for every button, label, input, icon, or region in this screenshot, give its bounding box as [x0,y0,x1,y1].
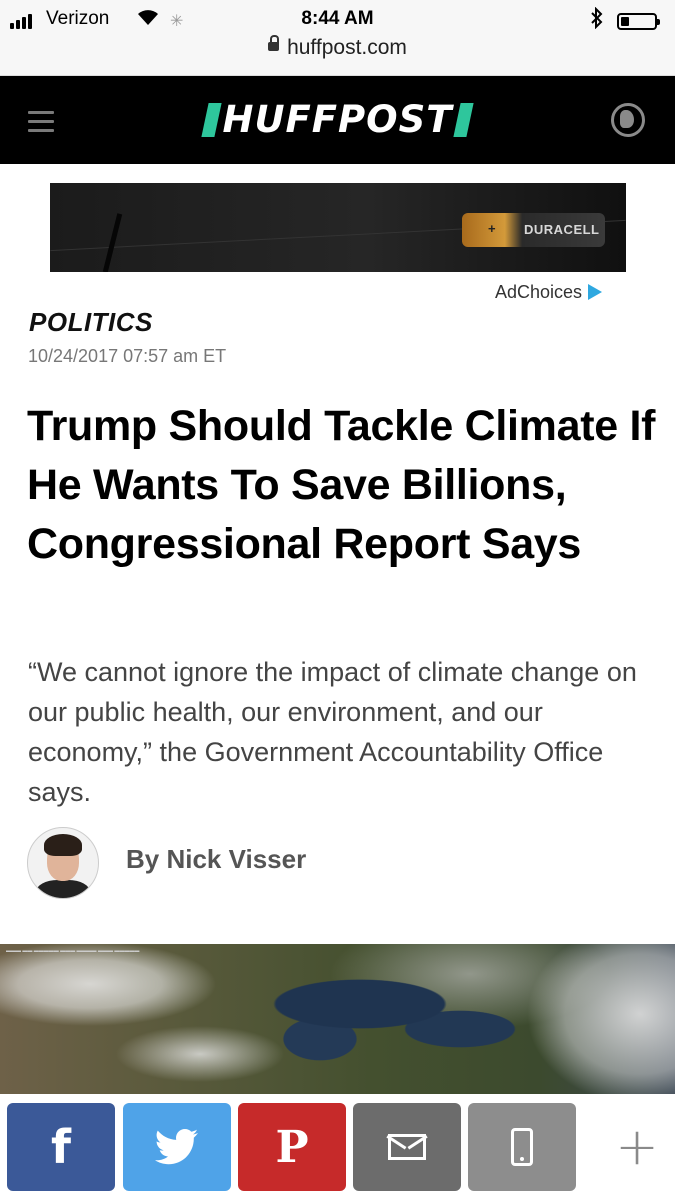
section-label[interactable]: POLITICS [29,307,153,338]
article-lead-image: ▬▬▬ ▬▬ ▬▬▬▬▬ ▬▬▬ ▬▬▬▬ ▬▬▬ ▬▬▬▬▬ [0,944,675,1094]
publish-date: 10/24/2017 07:57 am ET [28,346,227,366]
huffpost-logo[interactable]: HUFFPOST [0,98,675,142]
status-bar: Verizon ✳ 8:44 AM [0,4,675,34]
share-twitter-button[interactable] [123,1103,231,1191]
clock: 8:44 AM [301,8,374,29]
utility-pole-graphic [102,213,123,272]
facebook-icon: f [50,1120,71,1174]
twitter-bird-icon [155,1129,198,1165]
ad-brand: DURACELL [524,222,600,237]
article-dek: “We cannot ignore the impact of climate … [28,657,637,807]
envelope-icon [388,1134,426,1160]
adchoices-triangle-icon [588,284,603,301]
pinterest-icon: P [275,1121,309,1173]
url-text: huffpost.com [287,36,407,59]
bluetooth-icon [590,6,604,35]
author-byline[interactable]: By Nick Visser [126,844,306,875]
ad-banner[interactable]: + DURACELL [50,183,626,272]
mobile-phone-icon [511,1128,533,1166]
logo-text: HUFFPOST [222,98,453,141]
duracell-battery-graphic: + DURACELL [462,213,605,247]
battery-icon [617,13,660,30]
adchoices-link[interactable]: AdChoices [495,282,603,303]
adchoices-label: AdChoices [495,282,583,302]
globe-icon[interactable] [611,103,645,137]
logo-bar-right [452,102,474,137]
share-email-button[interactable] [353,1103,461,1191]
lock-icon [268,34,280,51]
site-header: HUFFPOST [0,76,675,164]
article-headline: Trump Should Tackle Climate If He Wants … [27,402,656,568]
share-sms-button[interactable] [468,1103,576,1191]
plus-icon: + [615,1117,659,1177]
address-bar[interactable]: huffpost.com [0,34,675,64]
share-pinterest-button[interactable]: P [238,1103,346,1191]
share-facebook-button[interactable]: f [7,1103,115,1191]
logo-bar-left [201,102,223,137]
share-more-button[interactable]: + [583,1103,675,1191]
author-avatar[interactable] [27,827,99,899]
satellite-image-overlay-text: ▬▬▬ ▬▬ ▬▬▬▬▬ ▬▬▬ ▬▬▬▬ ▬▬▬ ▬▬▬▬▬ [6,948,140,954]
share-bar: f P + [0,1094,675,1200]
browser-chrome: Verizon ✳ 8:44 AM huffpost.com [0,0,675,76]
